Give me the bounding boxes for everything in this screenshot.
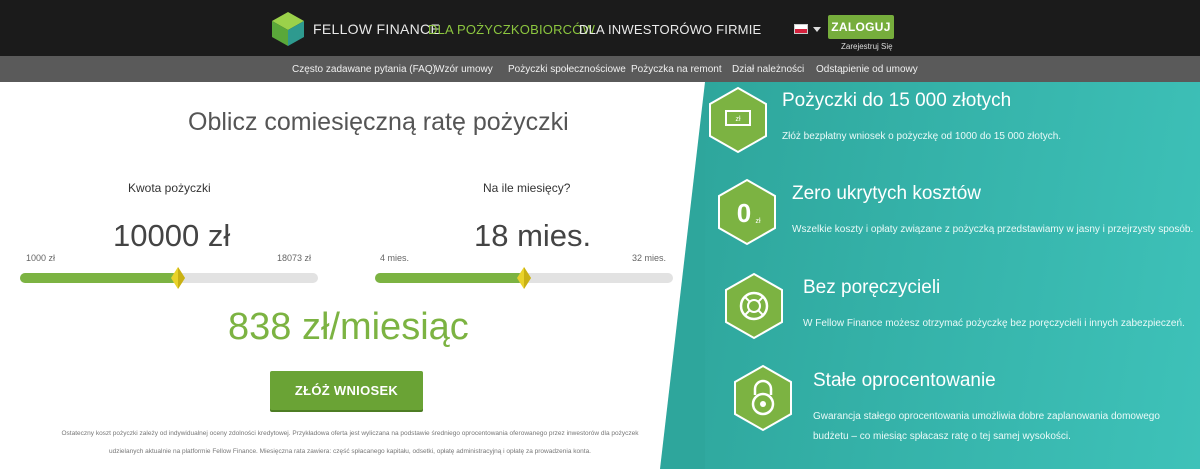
calculator-title: Oblicz comiesięczną ratę pożyczki bbox=[188, 108, 569, 136]
subnav-receivables[interactable]: Dział należności bbox=[732, 64, 804, 75]
subnav-renovation-loan[interactable]: Pożyczka na remont bbox=[631, 64, 722, 75]
nav-investors[interactable]: DLA INWESTORÓW bbox=[579, 22, 702, 37]
monthly-payment: 838 zł/miesiąc bbox=[228, 306, 469, 348]
chevron-down-icon bbox=[813, 26, 821, 32]
nav-about[interactable]: O FIRMIE bbox=[702, 22, 761, 37]
logo-cube-icon bbox=[272, 12, 304, 46]
feature-title-no-costs: Zero ukrytych kosztów bbox=[792, 183, 981, 204]
months-label: Na ile miesięcy? bbox=[483, 181, 571, 195]
subnav-withdrawal[interactable]: Odstąpienie od umowy bbox=[816, 64, 918, 75]
months-min: 4 mies. bbox=[380, 253, 410, 263]
top-navbar: FELLOW FINANCE DLA POŻYCZKOBIORCÓW DLA I… bbox=[0, 0, 1200, 56]
sub-navbar: Często zadawane pytania (FAQ) Wzór umowy… bbox=[0, 56, 1200, 82]
register-link[interactable]: Zarejestruj Się bbox=[841, 42, 893, 51]
subnav-social-loans[interactable]: Pożyczki społecznościowe bbox=[508, 64, 626, 75]
subnav-faq[interactable]: Często zadawane pytania (FAQ) bbox=[292, 64, 436, 75]
language-selector[interactable] bbox=[794, 24, 821, 34]
poland-flag-icon bbox=[794, 24, 808, 34]
amount-value: 10000 zł bbox=[113, 218, 231, 253]
feature-title-loans: Pożyczki do 15 000 złotych bbox=[782, 90, 1012, 111]
svg-text:zł: zł bbox=[755, 218, 761, 225]
amount-min: 1000 zł bbox=[26, 253, 56, 263]
banknote-icon: zł bbox=[709, 86, 767, 154]
amount-slider-handle[interactable] bbox=[170, 267, 185, 289]
feature-desc-loans: Złóż bezpłatny wniosek o pożyczkę od 100… bbox=[782, 131, 1062, 142]
brand-logo[interactable]: FELLOW FINANCE bbox=[271, 11, 440, 47]
feature-desc-no-costs: Wszelkie koszty i opłaty związane z poży… bbox=[792, 224, 1194, 235]
months-max: 32 mies. bbox=[632, 253, 667, 263]
feature-title-fixed-rate: Stałe oprocentowanie bbox=[813, 370, 996, 391]
amount-max: 18073 zł bbox=[277, 253, 312, 263]
nav-borrowers[interactable]: DLA POŻYCZKOBIORCÓW bbox=[428, 22, 595, 37]
lifebuoy-icon bbox=[725, 272, 783, 340]
months-slider-handle[interactable] bbox=[517, 267, 531, 289]
apply-button[interactable]: ZŁÓŻ WNIOSEK bbox=[270, 371, 423, 410]
amount-label: Kwota pożyczki bbox=[128, 181, 211, 195]
months-slider-fill bbox=[375, 273, 524, 283]
disclaimer-text: Ostateczny koszt pożyczki zależy od indy… bbox=[61, 430, 639, 455]
feature-desc-no-guarantors: W Fellow Finance możesz otrzymać pożyczk… bbox=[803, 318, 1185, 329]
feature-title-no-guarantors: Bez poręczycieli bbox=[803, 277, 941, 298]
padlock-icon bbox=[734, 364, 792, 432]
svg-text:zł: zł bbox=[735, 116, 741, 123]
feature-desc-fixed-rate: Gwarancja stałego oprocentowania umożliw… bbox=[813, 411, 1160, 442]
zero-cost-icon: 0 zł bbox=[718, 178, 776, 246]
amount-slider-fill bbox=[20, 273, 178, 283]
svg-text:0: 0 bbox=[737, 198, 751, 228]
login-button[interactable]: ZALOGUJ bbox=[828, 15, 894, 39]
brand-name: FELLOW FINANCE bbox=[313, 21, 441, 37]
subnav-contract-template[interactable]: Wzór umowy bbox=[435, 64, 493, 75]
months-value: 18 mies. bbox=[474, 218, 592, 253]
